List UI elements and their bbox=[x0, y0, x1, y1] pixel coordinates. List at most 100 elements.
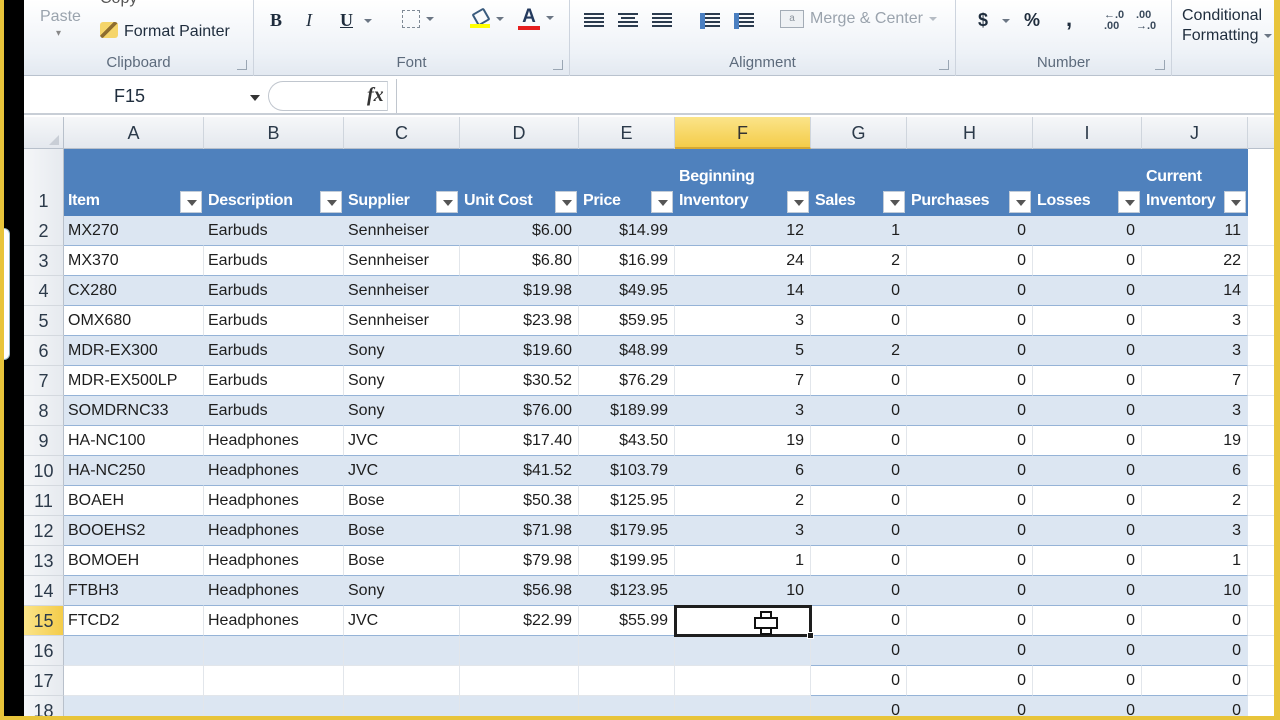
cell-c10[interactable]: JVC bbox=[344, 456, 460, 486]
currency-button[interactable]: $ bbox=[978, 10, 988, 31]
cell-h4[interactable]: 0 bbox=[907, 276, 1033, 306]
column-header-k[interactable] bbox=[1248, 117, 1274, 149]
font-color-button[interactable]: A bbox=[518, 7, 554, 30]
cell-a18[interactable] bbox=[64, 696, 204, 716]
cell-f13[interactable]: 1 bbox=[675, 546, 811, 576]
cell-e14[interactable]: $123.95 bbox=[579, 576, 675, 606]
cell-h10[interactable]: 0 bbox=[907, 456, 1033, 486]
cell-d3[interactable]: $6.80 bbox=[460, 246, 579, 276]
table-header-cell[interactable]: Purchases bbox=[907, 149, 1033, 216]
currency-dropdown-icon[interactable] bbox=[996, 12, 1010, 30]
column-header-c[interactable]: C bbox=[344, 117, 460, 149]
cell-a13[interactable]: BOMOEH bbox=[64, 546, 204, 576]
borders-button[interactable] bbox=[402, 10, 434, 28]
decrease-decimal-button[interactable]: .00 →.0 bbox=[1136, 10, 1162, 32]
cell-g16[interactable]: 0 bbox=[811, 636, 907, 666]
cell-g2[interactable]: 1 bbox=[811, 216, 907, 246]
filter-dropdown-icon[interactable] bbox=[883, 191, 905, 213]
table-header-cell[interactable]: Losses bbox=[1033, 149, 1142, 216]
cell-b3[interactable]: Earbuds bbox=[204, 246, 344, 276]
filter-dropdown-icon[interactable] bbox=[787, 191, 809, 213]
name-box[interactable]: F15 bbox=[26, 81, 264, 111]
cell-a6[interactable]: MDR-EX300 bbox=[64, 336, 204, 366]
cell-h2[interactable]: 0 bbox=[907, 216, 1033, 246]
column-header-h[interactable]: H bbox=[907, 117, 1033, 149]
cell-h16[interactable]: 0 bbox=[907, 636, 1033, 666]
decrease-indent-icon[interactable] bbox=[700, 12, 720, 29]
cell-d17[interactable] bbox=[460, 666, 579, 696]
cell-h13[interactable]: 0 bbox=[907, 546, 1033, 576]
underline-dropdown-icon[interactable] bbox=[358, 12, 372, 30]
cell-b15[interactable]: Headphones bbox=[204, 606, 344, 636]
cell-g17[interactable]: 0 bbox=[811, 666, 907, 696]
cell-e15[interactable]: $55.99 bbox=[579, 606, 675, 636]
cell-a7[interactable]: MDR-EX500LP bbox=[64, 366, 204, 396]
row-header[interactable]: 8 bbox=[24, 396, 64, 426]
cell-k13[interactable] bbox=[1248, 546, 1274, 576]
table-header-cell[interactable]: Price bbox=[579, 149, 675, 216]
cell-d4[interactable]: $19.98 bbox=[460, 276, 579, 306]
cell-j16[interactable]: 0 bbox=[1142, 636, 1248, 666]
cell-g11[interactable]: 0 bbox=[811, 486, 907, 516]
filter-dropdown-icon[interactable] bbox=[1224, 191, 1246, 213]
side-panel-tab[interactable] bbox=[4, 228, 10, 360]
cell-h17[interactable]: 0 bbox=[907, 666, 1033, 696]
clipboard-dialog-launcher-icon[interactable] bbox=[237, 60, 247, 70]
cell-a17[interactable] bbox=[64, 666, 204, 696]
cell-k7[interactable] bbox=[1248, 366, 1274, 396]
cell-h5[interactable]: 0 bbox=[907, 306, 1033, 336]
table-header-cell[interactable]: Supplier bbox=[344, 149, 460, 216]
align-right-icon[interactable] bbox=[652, 12, 672, 29]
copy-button[interactable]: Copy bbox=[100, 0, 137, 8]
cell-d13[interactable]: $79.98 bbox=[460, 546, 579, 576]
cell-e11[interactable]: $125.95 bbox=[579, 486, 675, 516]
filter-dropdown-icon[interactable] bbox=[1118, 191, 1140, 213]
row-header[interactable]: 9 bbox=[24, 426, 64, 456]
cell-b8[interactable]: Earbuds bbox=[204, 396, 344, 426]
cell-f2[interactable]: 12 bbox=[675, 216, 811, 246]
cell-a12[interactable]: BOOEHS2 bbox=[64, 516, 204, 546]
cell-d14[interactable]: $56.98 bbox=[460, 576, 579, 606]
cell-f9[interactable]: 19 bbox=[675, 426, 811, 456]
cell-g4[interactable]: 0 bbox=[811, 276, 907, 306]
cell-i10[interactable]: 0 bbox=[1033, 456, 1142, 486]
cell-c14[interactable]: Sony bbox=[344, 576, 460, 606]
cell-g15[interactable]: 0 bbox=[811, 606, 907, 636]
cell-k18[interactable] bbox=[1248, 696, 1274, 716]
cell-c7[interactable]: Sony bbox=[344, 366, 460, 396]
italic-button[interactable]: I bbox=[306, 10, 312, 31]
cell-g9[interactable]: 0 bbox=[811, 426, 907, 456]
cell-f11[interactable]: 2 bbox=[675, 486, 811, 516]
cell-h12[interactable]: 0 bbox=[907, 516, 1033, 546]
format-painter-button[interactable]: Format Painter bbox=[100, 22, 230, 41]
cell-a10[interactable]: HA-NC250 bbox=[64, 456, 204, 486]
cell-b13[interactable]: Headphones bbox=[204, 546, 344, 576]
cell-c13[interactable]: Bose bbox=[344, 546, 460, 576]
fill-color-button[interactable] bbox=[470, 10, 504, 28]
cell-j14[interactable]: 10 bbox=[1142, 576, 1248, 606]
row-header[interactable]: 12 bbox=[24, 516, 64, 546]
cell-k8[interactable] bbox=[1248, 396, 1274, 426]
cell-a8[interactable]: SOMDRNC33 bbox=[64, 396, 204, 426]
filter-dropdown-icon[interactable] bbox=[320, 191, 342, 213]
cell-i18[interactable]: 0 bbox=[1033, 696, 1142, 716]
cell-i14[interactable]: 0 bbox=[1033, 576, 1142, 606]
cell-g10[interactable]: 0 bbox=[811, 456, 907, 486]
cell-i9[interactable]: 0 bbox=[1033, 426, 1142, 456]
cell-g6[interactable]: 2 bbox=[811, 336, 907, 366]
cell-k11[interactable] bbox=[1248, 486, 1274, 516]
table-header-cell[interactable]: Sales bbox=[811, 149, 907, 216]
cell-b6[interactable]: Earbuds bbox=[204, 336, 344, 366]
filter-dropdown-icon[interactable] bbox=[1009, 191, 1031, 213]
cell-f16[interactable] bbox=[675, 636, 811, 666]
cell-h8[interactable]: 0 bbox=[907, 396, 1033, 426]
cell-j7[interactable]: 7 bbox=[1142, 366, 1248, 396]
cell-i12[interactable]: 0 bbox=[1033, 516, 1142, 546]
cell-a4[interactable]: CX280 bbox=[64, 276, 204, 306]
increase-decimal-button[interactable]: ←.0 .00 bbox=[1104, 10, 1130, 32]
cell-j2[interactable]: 11 bbox=[1142, 216, 1248, 246]
cell-g13[interactable]: 0 bbox=[811, 546, 907, 576]
cell-i13[interactable]: 0 bbox=[1033, 546, 1142, 576]
cell-e8[interactable]: $189.99 bbox=[579, 396, 675, 426]
row-header[interactable]: 3 bbox=[24, 246, 64, 276]
